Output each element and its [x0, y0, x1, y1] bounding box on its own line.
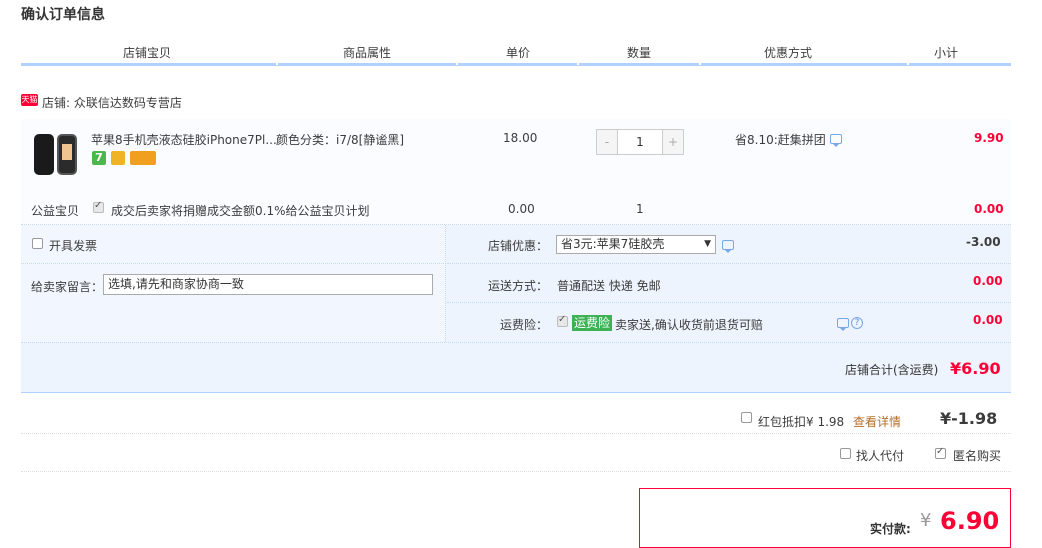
item-unit-price: 18.00: [503, 131, 538, 145]
shop-discount-label: 店铺优惠：: [488, 239, 549, 253]
col-unit-price: 单价: [506, 46, 531, 60]
col-quantity: 数量: [627, 46, 652, 60]
charity-price: 0.00: [508, 202, 535, 216]
shipping-value: 普通配送 快递 免邮: [557, 279, 661, 293]
credit-card-icon: [130, 151, 156, 165]
col-subtotal: 小计: [934, 46, 959, 60]
charity-qty: 1: [636, 202, 644, 216]
seller-message-input[interactable]: 选填,请先和商家协商一致: [103, 274, 433, 295]
shop-discount-amount: -3.00: [966, 235, 1001, 249]
payment-summary: 实付款: ¥ 6.90: [639, 488, 1011, 548]
insurance-amount: 0.00: [973, 313, 1003, 327]
quantity-plus-button[interactable]: +: [662, 130, 683, 154]
charity-checkbox-icon: [93, 200, 104, 213]
insurance-badge: 运费险: [572, 315, 613, 331]
proxy-pay-label: 找人代付: [856, 449, 905, 463]
insurance-checkbox-icon: [557, 314, 568, 327]
quantity-stepper: - 1 +: [596, 129, 684, 155]
charity-label: 公益宝贝: [31, 204, 80, 218]
insurance-text: 卖家送,确认收货前退货可赔: [615, 318, 763, 332]
shop-name[interactable]: 店铺: 众联信达数码专营店: [42, 94, 182, 111]
red-packet-details-link[interactable]: 查看详情: [853, 413, 901, 430]
shop-total-value: ¥6.90: [950, 359, 1001, 378]
insurance-label: 运费险：: [500, 318, 549, 332]
red-packet-checkbox[interactable]: [741, 412, 752, 423]
item-title[interactable]: 苹果8手机壳液态硅胶iPhone7Pl...: [91, 131, 277, 148]
item-discount: 省8.10:赶集拼团: [735, 133, 826, 147]
column-header: 店铺宝贝 商品属性 单价 数量 优惠方式 小计: [21, 38, 1011, 66]
payment-value: 6.90: [940, 507, 1000, 535]
help-icon[interactable]: ?: [851, 317, 863, 329]
invoice-label: 开具发票: [49, 239, 98, 253]
shop-discount-selected: 省3元:苹果7硅胶壳: [561, 237, 665, 251]
shop-total-label: 店铺合计(含运费): [845, 363, 939, 377]
shipping-amount: 0.00: [973, 274, 1003, 288]
seven-day-return-icon: 7: [92, 151, 106, 165]
charity-text: 成交后卖家将捐赠成交金额0.1%给公益宝贝计划: [111, 204, 370, 218]
shop-discount-select[interactable]: 省3元:苹果7硅胶壳 ▼: [556, 235, 716, 254]
payment-currency: ¥: [920, 510, 932, 531]
chat-icon[interactable]: [722, 240, 734, 253]
anonymous-label: 匿名购买: [953, 449, 1002, 463]
col-attributes: 商品属性: [343, 46, 392, 60]
col-shop-item: 店铺宝贝: [123, 46, 172, 60]
chat-icon[interactable]: [830, 134, 842, 147]
page-title: 确认订单信息: [21, 7, 105, 23]
proxy-pay-checkbox[interactable]: [840, 448, 851, 459]
product-image[interactable]: [31, 132, 81, 177]
dropdown-arrow-icon: ▼: [704, 239, 711, 249]
item-subtotal: 9.90: [974, 131, 1004, 145]
shipping-label: 运送方式：: [488, 279, 549, 293]
chat-icon[interactable]: [837, 318, 849, 331]
tmall-badge-icon: 天猫: [21, 94, 38, 106]
anonymous-checkbox[interactable]: [935, 446, 946, 459]
col-discount: 优惠方式: [764, 46, 813, 60]
message-label: 给卖家留言：: [31, 280, 104, 294]
payment-label: 实付款:: [870, 522, 911, 536]
invoice-checkbox[interactable]: [32, 238, 43, 249]
item-attributes: 颜色分类：i7/8[静谧黑]: [276, 133, 405, 147]
charity-subtotal: 0.00: [974, 202, 1004, 216]
guarantee-icon: [111, 151, 125, 165]
red-packet-value: ¥-1.98: [940, 409, 998, 428]
quantity-minus-button[interactable]: -: [597, 130, 618, 154]
quantity-input[interactable]: 1: [618, 130, 662, 154]
red-packet-label: 红包抵扣¥ 1.98: [758, 415, 845, 429]
